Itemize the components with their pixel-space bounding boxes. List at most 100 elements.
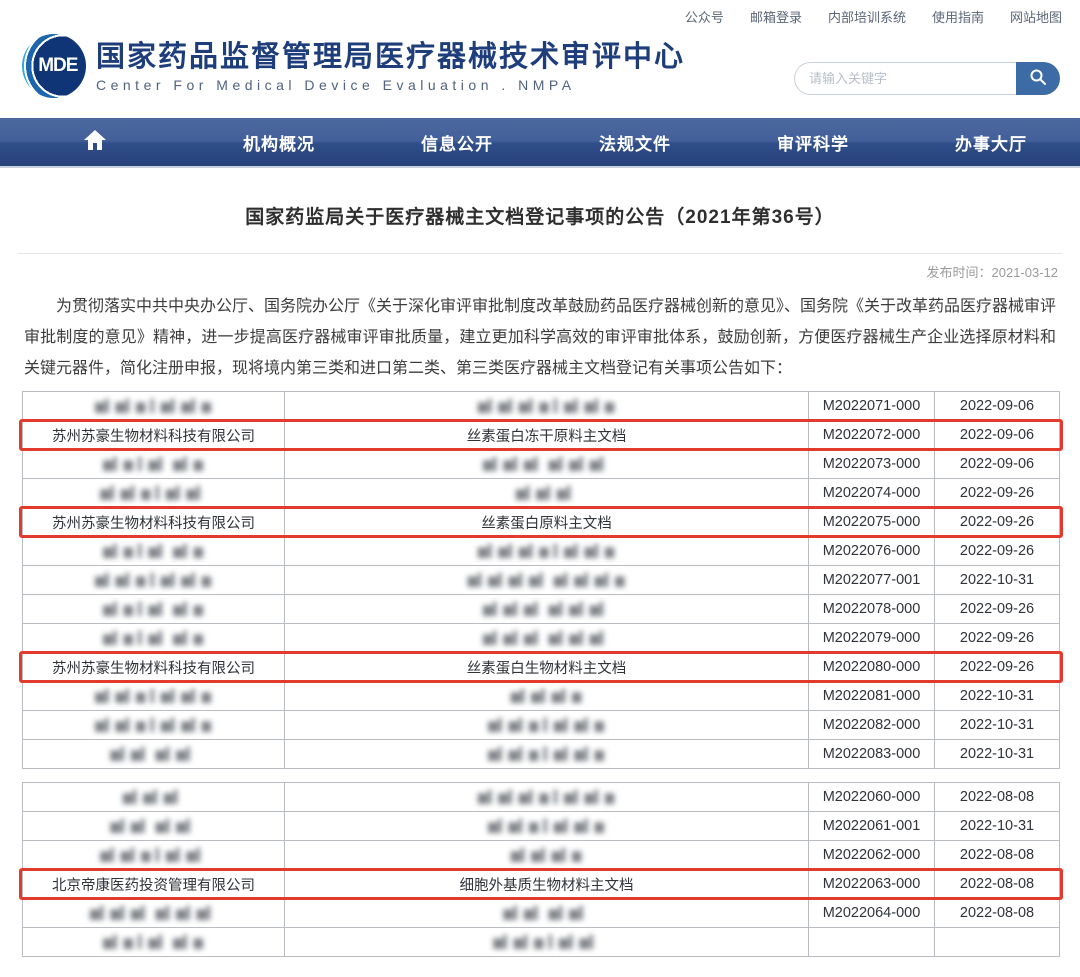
date-cell: 2022-09-26: [934, 624, 1060, 652]
table-row: ▆▍▆ ▍▆▍ ▆▍▆▆▍▆▍▆▍ ▆▍▆▍▆▍M2022073-0002022…: [22, 450, 1060, 479]
company-cell: ▆▍▆ ▍▆▍ ▆▍▆: [22, 537, 284, 565]
nav-home[interactable]: [0, 118, 190, 166]
date-cell: 2022-10-31: [934, 812, 1060, 840]
registration-cell: M2022080-000: [808, 653, 934, 681]
document-cell: ▆▍▆▍▆▍▆ ▍▆▍▆▍▆: [284, 537, 808, 565]
table-section: ▆▍▆▍▆ ▍▆▍▆▍▆▆▍▆▍▆▍▆ ▍▆▍▆▍▆M2022071-00020…: [22, 391, 1060, 769]
table-row: ▆▍▆▍▆▍▆▍▆▍▆▍▆ ▍▆▍▆▍▆M2022060-0002022-08-…: [22, 783, 1060, 812]
date-cell: 2022-10-31: [934, 682, 1060, 710]
redacted-text: ▆▍▆▍▆▍: [516, 486, 577, 500]
master-file-table: ▆▍▆▍▆ ▍▆▍▆▍▆▆▍▆▍▆▍▆ ▍▆▍▆▍▆M2022071-00020…: [22, 391, 1060, 957]
document-cell: ▆▍▆▍▆▍ ▆▍▆▍▆▍: [284, 450, 808, 478]
intro-paragraph: 为贯彻落实中共中央办公厅、国务院办公厅《关于深化审评审批制度改革鼓励药品医疗器械…: [24, 291, 1056, 384]
topbar-link[interactable]: 网站地图: [1010, 7, 1062, 26]
table-row: ▆▍▆▍▆ ▍▆▍▆▍▆ ▆▍▆▍▆▍▆ M2022081-0002022-10-3…: [22, 682, 1060, 711]
registration-cell: M2022081-000: [808, 682, 934, 710]
redacted-text: ▆▍▆ ▍▆▍ ▆▍▆: [103, 935, 204, 949]
document-cell: 丝素蛋白冻干原料主文档: [284, 421, 808, 449]
document-cell: ▆▍▆▍▆▍: [284, 479, 808, 507]
redacted-text: ▆▍▆▍▆▍▆ ▍▆▍▆▍▆: [478, 790, 615, 804]
document-cell: ▆▍▆▍▆▍▆: [284, 841, 808, 869]
redacted-text: ▆▍▆▍ ▆▍▆▍: [110, 819, 196, 833]
topbar-link[interactable]: 邮箱登录: [750, 7, 802, 26]
document-cell: ▆▍▆▍▆▍▆▍ ▆▍▆▍▆▍▆: [284, 566, 808, 594]
company-cell: 苏州苏豪生物材料科技有限公司: [22, 653, 284, 681]
redacted-text: ▆▍▆ ▍▆▍ ▆▍▆: [103, 631, 204, 645]
document-cell: ▆▍▆▍▆▍ ▆▍▆▍▆▍: [284, 595, 808, 623]
nav-item[interactable]: 法规文件: [546, 118, 724, 166]
redacted-text: ▆▍▆▍▆▍ ▆▍▆▍▆▍: [483, 631, 610, 645]
redacted-text: ▆▍▆ ▍▆▍ ▆▍▆: [103, 544, 204, 558]
redacted-text: ▆▍▆▍ ▆▍▆▍: [110, 747, 196, 761]
document-cell: 丝素蛋白原料主文档: [284, 508, 808, 536]
table-row: ▆▍▆▍ ▆▍▆▍▆▍▆▍▆ ▍▆▍▆▍▆M2022061-0012022-10…: [22, 812, 1060, 841]
table-section: ▆▍▆▍▆▍ ▆▍▆▍▆▍▆ ▍▆▍▆▍▆ M2022060-000 2022-08-…: [22, 782, 1060, 957]
search-input[interactable]: [794, 62, 1016, 95]
registration-cell: M2022064-000: [808, 899, 934, 927]
cmde-logo-icon: MDE: [22, 34, 86, 98]
company-cell: ▆▍▆ ▍▆▍ ▆▍▆: [22, 595, 284, 623]
document-cell: ▆▍▆▍▆ ▍▆▍▆▍▆: [284, 711, 808, 739]
org-name-en: Center For Medical Device Evaluation . N…: [96, 77, 685, 93]
date-cell: 2022-09-06: [934, 392, 1060, 420]
nav-item[interactable]: 办事大厅: [902, 118, 1080, 166]
date-cell: [934, 928, 1060, 956]
document-cell: ▆▍▆▍▆▍▆ ▍▆▍▆▍▆: [284, 392, 808, 420]
table-row-highlighted: 苏州苏豪生物材料科技有限公司丝素蛋白生物材料主文档M2022080-000202…: [22, 653, 1060, 682]
redacted-text: ▆▍▆▍▆▍▆ ▍▆▍▆▍▆: [478, 399, 615, 413]
table-row: ▆▍▆ ▍▆▍ ▆▍▆ ▆▍▆▍▆ ▍▆▍▆▍: [22, 928, 1060, 957]
registration-cell: M2022078-000: [808, 595, 934, 623]
redacted-text: ▆▍▆▍▆ ▍▆▍▆▍: [100, 848, 207, 862]
table-row: ▆▍▆ ▍▆▍ ▆▍▆▆▍▆▍▆▍ ▆▍▆▍▆▍M2022078-0002022…: [22, 595, 1060, 624]
table-row: ▆▍▆▍▆ ▍▆▍▆▍▆▆▍▆▍▆ ▍▆▍▆▍▆M2022082-0002022…: [22, 711, 1060, 740]
registration-cell: M2022077-001: [808, 566, 934, 594]
redacted-text: ▆▍▆ ▍▆▍ ▆▍▆: [103, 457, 204, 471]
table-row-highlighted: 苏州苏豪生物材料科技有限公司丝素蛋白原料主文档M2022075-0002022-…: [22, 508, 1060, 537]
company-cell: ▆▍▆▍▆ ▍▆▍▆▍: [22, 841, 284, 869]
redacted-text: ▆▍▆▍▆ ▍▆▍▆▍▆: [488, 718, 605, 732]
redacted-text: ▆▍▆▍▆ ▍▆▍▆▍: [100, 486, 207, 500]
topbar-link[interactable]: 公众号: [685, 7, 724, 26]
registration-cell: M2022079-000: [808, 624, 934, 652]
company-cell: ▆▍▆▍▆ ▍▆▍▆▍▆: [22, 711, 284, 739]
company-cell: ▆▍▆▍ ▆▍▆▍: [22, 740, 284, 768]
search-icon: [1029, 68, 1047, 89]
redacted-text: ▆▍▆▍▆▍ ▆▍▆▍▆▍: [90, 906, 217, 920]
company-cell: ▆▍▆▍▆ ▍▆▍▆▍▆: [22, 682, 284, 710]
registration-cell: M2022060-000: [808, 783, 934, 811]
table-row: ▆▍▆▍▆▍ ▆▍▆▍▆▍▆▍▆▍ ▆▍▆▍M2022064-0002022-0…: [22, 899, 1060, 928]
registration-cell: M2022082-000: [808, 711, 934, 739]
redacted-text: ▆▍▆▍▆▍: [123, 790, 184, 804]
company-cell: ▆▍▆ ▍▆▍ ▆▍▆: [22, 928, 284, 956]
redacted-text: ▆▍▆▍▆▍ ▆▍▆▍▆▍: [483, 457, 610, 471]
nav-item[interactable]: 机构概况: [190, 118, 368, 166]
document-cell: 丝素蛋白生物材料主文档: [284, 653, 808, 681]
nav-item[interactable]: 信息公开: [368, 118, 546, 166]
topbar-link[interactable]: 使用指南: [932, 7, 984, 26]
site-brand[interactable]: MDE 国家药品监督管理局医疗器械技术审评中心 Center For Medic…: [22, 34, 685, 98]
date-cell: 2022-08-08: [934, 841, 1060, 869]
table-row: ▆▍▆ ▍▆▍ ▆▍▆ ▆▍▆▍▆▍ ▆▍▆▍▆▍ M2022079-0002022…: [22, 624, 1060, 653]
date-cell: 2022-09-06: [934, 421, 1060, 449]
company-cell: 苏州苏豪生物材料科技有限公司: [22, 421, 284, 449]
date-cell: 2022-09-26: [934, 537, 1060, 565]
table-row: ▆▍▆▍▆ ▍▆▍▆▍▆▆▍▆▍▆▍▆▍ ▆▍▆▍▆▍▆M2022077-001…: [22, 566, 1060, 595]
document-cell: ▆▍▆▍▆▍▆: [284, 682, 808, 710]
registration-cell: M2022075-000: [808, 508, 934, 536]
topbar-link[interactable]: 内部培训系统: [828, 7, 906, 26]
redacted-text: ▆▍▆▍▆ ▍▆▍▆▍▆: [488, 747, 605, 761]
redacted-text: ▆▍▆▍▆ ▍▆▍▆▍▆: [95, 399, 212, 413]
redacted-text: ▆▍▆ ▍▆▍ ▆▍▆: [103, 602, 204, 616]
nav-item[interactable]: 审评科学: [724, 118, 902, 166]
company-cell: 北京帝康医药投资管理有限公司: [22, 870, 284, 898]
main-nav: 机构概况信息公开法规文件审评科学办事大厅: [0, 118, 1080, 168]
brand-text: 国家药品监督管理局医疗器械技术审评中心 Center For Medical D…: [96, 40, 685, 93]
document-cell: ▆▍▆▍ ▆▍▆▍: [284, 899, 808, 927]
redacted-text: ▆▍▆▍▆▍▆: [511, 689, 583, 703]
redacted-text: ▆▍▆▍▆ ▍▆▍▆▍: [493, 935, 600, 949]
company-cell: ▆▍▆▍▆▍: [22, 783, 284, 811]
redacted-text: ▆▍▆▍ ▆▍▆▍: [503, 906, 589, 920]
search-button[interactable]: [1016, 62, 1060, 95]
date-cell: 2022-09-26: [934, 653, 1060, 681]
company-cell: ▆▍▆▍▆ ▍▆▍▆▍▆: [22, 392, 284, 420]
